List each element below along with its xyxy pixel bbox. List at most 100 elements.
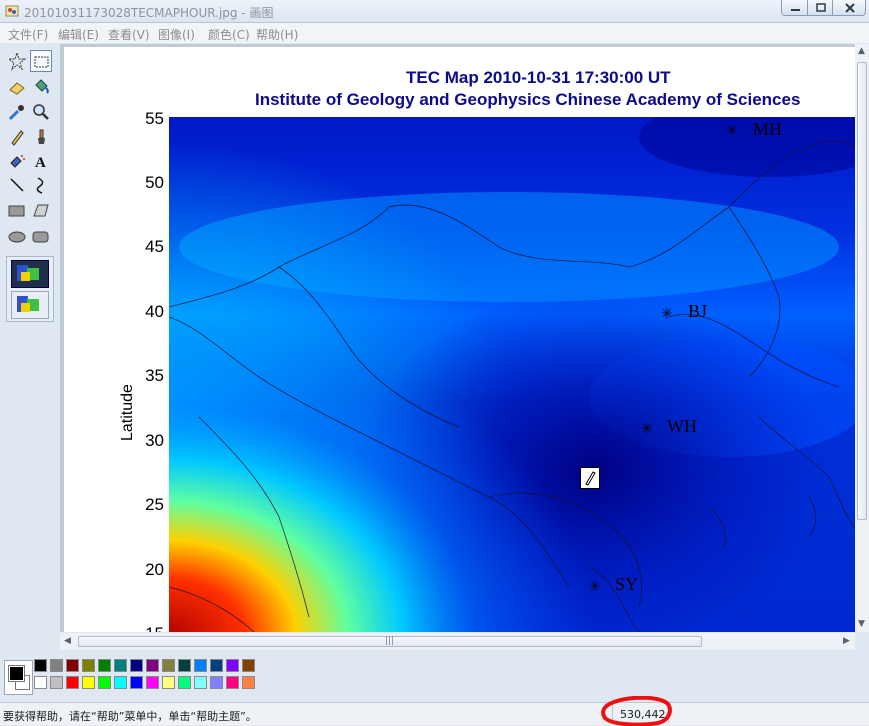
- ellipse-icon: [8, 231, 26, 243]
- y-tick: 30: [145, 431, 164, 450]
- brush-icon: [38, 129, 45, 144]
- tool-rounded-rectangle[interactable]: [30, 226, 52, 248]
- minimize-button[interactable]: [781, 0, 808, 16]
- menu-view[interactable]: 查看(V): [108, 26, 150, 43]
- magnifier-icon: [33, 104, 49, 120]
- tool-eraser[interactable]: [6, 76, 28, 98]
- y-tick: 50: [145, 173, 164, 192]
- horizontal-scrollbar[interactable]: ◀ ||| ▶: [60, 633, 855, 650]
- tool-pencil[interactable]: [6, 126, 28, 148]
- tool-brush[interactable]: [30, 126, 52, 148]
- palette-swatch[interactable]: [146, 659, 159, 672]
- status-bar: 要获得帮助，请在“帮助”菜单中，单击“帮助主题”。 530,442: [0, 702, 869, 725]
- palette-swatch[interactable]: [98, 659, 111, 672]
- palette-swatch[interactable]: [194, 659, 207, 672]
- menu-file[interactable]: 文件(F): [8, 26, 48, 43]
- palette-swatch[interactable]: [82, 659, 95, 672]
- palette-swatch[interactable]: [226, 659, 239, 672]
- tool-rect-select[interactable]: [30, 50, 52, 72]
- palette-swatch[interactable]: [178, 659, 191, 672]
- vertical-scrollbar[interactable]: ▲ ▼: [855, 44, 869, 632]
- palette-swatch[interactable]: [162, 659, 175, 672]
- transparent-option[interactable]: [11, 291, 49, 319]
- menu-image[interactable]: 图像(I): [158, 26, 195, 43]
- tool-airbrush[interactable]: [6, 150, 28, 172]
- red-ink-circle-annotation: [601, 696, 672, 726]
- rectangle-icon: [8, 205, 25, 217]
- line-icon: [10, 178, 24, 192]
- palette-swatch[interactable]: [130, 676, 143, 689]
- y-tick: 15: [134, 624, 164, 632]
- palette-swatch[interactable]: [210, 659, 223, 672]
- station-label-wh: WH: [667, 416, 697, 436]
- eraser-icon: [9, 82, 25, 95]
- palette-swatch[interactable]: [226, 676, 239, 689]
- maximize-button[interactable]: [807, 0, 833, 16]
- palette-swatch[interactable]: [162, 676, 175, 689]
- tool-magnifier[interactable]: [30, 101, 52, 123]
- palette-swatch[interactable]: [66, 659, 79, 672]
- y-tick: 25: [145, 495, 164, 514]
- tool-rectangle[interactable]: [6, 200, 28, 222]
- y-tick: 20: [145, 560, 164, 579]
- palette-swatch[interactable]: [66, 676, 79, 689]
- text-icon: A: [35, 155, 46, 171]
- transparent-select-icon: [17, 296, 39, 312]
- tool-free-form-select[interactable]: [6, 50, 28, 72]
- paint-app-icon: [5, 4, 19, 18]
- scroll-down-icon[interactable]: ▼: [858, 619, 865, 629]
- scroll-left-icon[interactable]: ◀: [64, 636, 71, 646]
- pencil-cursor: [580, 467, 600, 489]
- figure-title-line1: TEC Map 2010-10-31 17:30:00 UT: [406, 68, 671, 87]
- tool-box: A: [0, 44, 58, 644]
- palette-swatch[interactable]: [50, 659, 63, 672]
- tool-text[interactable]: A: [30, 150, 52, 172]
- tool-polygon[interactable]: [30, 200, 52, 222]
- palette-swatch[interactable]: [242, 659, 255, 672]
- polygon-icon: [33, 204, 49, 217]
- palette-swatch[interactable]: [50, 676, 63, 689]
- opaque-option[interactable]: [11, 260, 49, 288]
- tool-pick-color[interactable]: [6, 101, 28, 123]
- station-label-bj: BJ: [688, 301, 708, 321]
- tool-fill[interactable]: [30, 76, 52, 98]
- restore-icon: [816, 3, 826, 12]
- star-select-icon: [7, 51, 27, 71]
- minimize-icon: [791, 9, 800, 11]
- tool-ellipse[interactable]: [6, 226, 28, 248]
- palette-swatch[interactable]: [34, 659, 47, 672]
- tool-curve[interactable]: [30, 174, 52, 196]
- palette-swatch[interactable]: [114, 676, 127, 689]
- tool-line[interactable]: [6, 174, 28, 196]
- menu-help[interactable]: 帮助(H): [256, 26, 298, 43]
- palette-swatch[interactable]: [242, 676, 255, 689]
- y-tick: 55: [145, 109, 164, 128]
- title-bar: 20101031173028TECMAPHOUR.jpg - 画图: [0, 0, 869, 23]
- scroll-up-icon[interactable]: ▲: [858, 46, 865, 56]
- palette-swatch[interactable]: [130, 659, 143, 672]
- image-canvas[interactable]: TEC Map 2010-10-31 17:30:00 UT Institute…: [64, 47, 855, 632]
- station-marker-mh: ✳: [726, 123, 738, 139]
- vertical-scroll-thumb[interactable]: [857, 62, 867, 520]
- palette-swatch[interactable]: [114, 659, 127, 672]
- palette-swatch[interactable]: [146, 676, 159, 689]
- rect-select-icon: [34, 56, 49, 68]
- station-label-mh: MH: [753, 119, 783, 139]
- rounded-rect-icon: [32, 231, 49, 243]
- palette-swatch[interactable]: [82, 676, 95, 689]
- scroll-right-icon[interactable]: ▶: [843, 636, 850, 646]
- pencil-icon: [11, 130, 24, 146]
- menu-color[interactable]: 颜色(C): [208, 26, 250, 43]
- horizontal-scroll-thumb[interactable]: |||: [78, 636, 702, 647]
- palette-swatch[interactable]: [194, 676, 207, 689]
- palette-swatch[interactable]: [178, 676, 191, 689]
- eyedropper-icon: [8, 105, 24, 121]
- palette-swatch[interactable]: [98, 676, 111, 689]
- tec-heatmap: [169, 117, 855, 632]
- close-button[interactable]: [832, 0, 866, 16]
- menu-edit[interactable]: 编辑(E): [58, 26, 99, 43]
- foreground-color: [8, 665, 25, 682]
- palette-swatch[interactable]: [210, 676, 223, 689]
- figure-title-line2: Institute of Geology and Geophysics Chin…: [255, 90, 801, 109]
- palette-swatch[interactable]: [34, 676, 47, 689]
